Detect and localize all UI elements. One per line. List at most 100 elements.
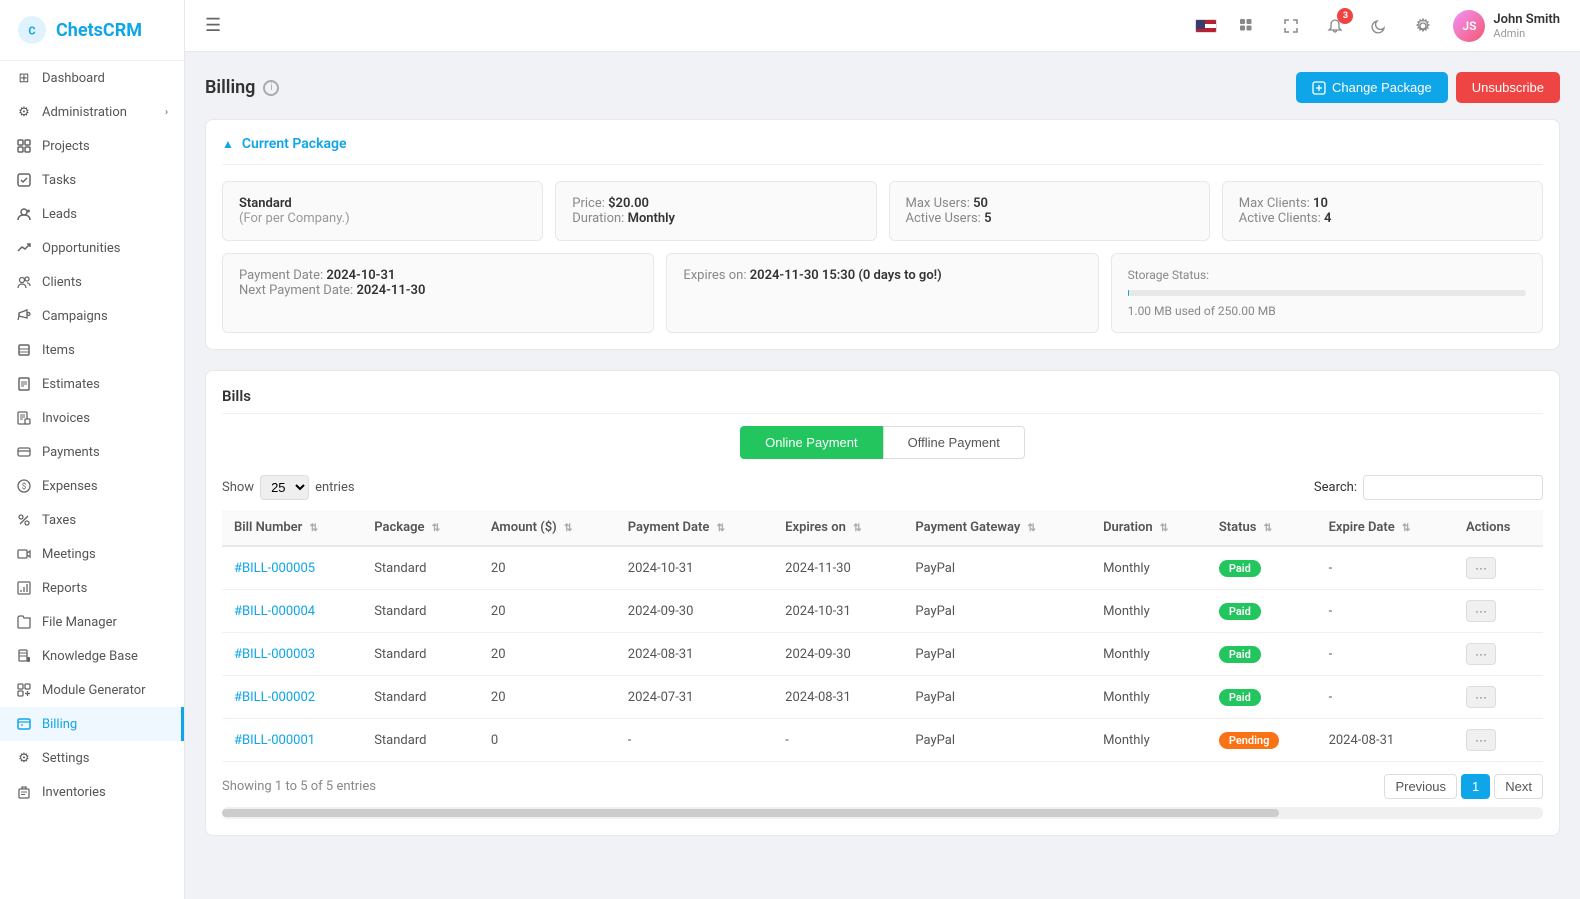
fullscreen-icon[interactable] [1277, 12, 1305, 40]
bill-number-link[interactable]: #BILL-000004 [234, 604, 315, 619]
cell-package: Standard [362, 590, 479, 633]
taxes-icon [16, 512, 32, 528]
cell-expires-on: - [773, 719, 903, 762]
col-payment-date[interactable]: Payment Date ⇅ [616, 510, 773, 546]
sidebar-item-file-manager[interactable]: File Manager [0, 605, 184, 639]
storage-text: 1.00 MB used of 250.00 MB [1128, 304, 1526, 318]
header-left: ☰ [205, 15, 221, 36]
offline-payment-button[interactable]: Offline Payment [883, 426, 1025, 459]
row-action-button[interactable]: ··· [1466, 557, 1496, 579]
prev-button[interactable]: Previous [1384, 774, 1457, 799]
col-bill-number[interactable]: Bill Number ⇅ [222, 510, 362, 546]
user-profile[interactable]: JS John Smith Admin [1453, 10, 1560, 42]
notification-bell-icon[interactable] [1321, 12, 1349, 40]
sidebar-item-leads[interactable]: Leads [0, 197, 184, 231]
svg-text:$: $ [22, 482, 27, 491]
sidebar-item-reports[interactable]: Reports [0, 571, 184, 605]
table-head: Bill Number ⇅ Package ⇅ Amount ($) ⇅ Pay… [222, 510, 1543, 546]
sidebar-item-clients[interactable]: Clients [0, 265, 184, 299]
bill-number-link[interactable]: #BILL-000003 [234, 647, 315, 662]
sidebar-item-meetings[interactable]: Meetings [0, 537, 184, 571]
col-expires-on[interactable]: Expires on ⇅ [773, 510, 903, 546]
sidebar-item-billing[interactable]: Billing [0, 707, 184, 741]
sidebar-item-expenses[interactable]: $ Expenses [0, 469, 184, 503]
invoices-icon [16, 410, 32, 426]
sidebar-item-estimates[interactable]: Estimates [0, 367, 184, 401]
sidebar-item-label: Taxes [42, 513, 168, 528]
cell-bill-number: #BILL-000002 [222, 676, 362, 719]
sidebar-item-dashboard[interactable]: ⊞ Dashboard [0, 61, 184, 95]
users-info: Max Users: 50 Active Users: 5 [906, 196, 1193, 226]
sidebar-item-tasks[interactable]: Tasks [0, 163, 184, 197]
sidebar-item-taxes[interactable]: Taxes [0, 503, 184, 537]
sidebar-item-campaigns[interactable]: Campaigns [0, 299, 184, 333]
cell-status: Paid [1207, 546, 1317, 590]
header-right: JS John Smith Admin [1195, 10, 1560, 42]
apps-icon[interactable] [1233, 12, 1261, 40]
sidebar-item-label: Knowledge Base [42, 649, 168, 664]
page-header: Billing i Change Package Unsubscribe [205, 72, 1560, 103]
sidebar-item-knowledge-base[interactable]: Knowledge Base [0, 639, 184, 673]
row-action-button[interactable]: ··· [1466, 729, 1496, 751]
sidebar-item-invoices[interactable]: Invoices [0, 401, 184, 435]
cell-gateway: PayPal [903, 590, 1091, 633]
storage-card: Storage Status: 1.00 MB used of 250.00 M… [1111, 253, 1543, 333]
col-payment-gateway[interactable]: Payment Gateway ⇅ [903, 510, 1091, 546]
status-badge: Paid [1219, 560, 1261, 577]
bill-number-link[interactable]: #BILL-000001 [234, 733, 315, 748]
sidebar-item-label: Items [42, 343, 168, 358]
unsubscribe-button[interactable]: Unsubscribe [1456, 72, 1560, 103]
col-status[interactable]: Status ⇅ [1207, 510, 1317, 546]
package-name: Standard (For per Company.) [239, 196, 526, 226]
col-duration[interactable]: Duration ⇅ [1091, 510, 1207, 546]
sidebar-item-settings[interactable]: ⚙ Settings [0, 741, 184, 775]
payments-icon [16, 444, 32, 460]
cell-expires-on: 2024-11-30 [773, 546, 903, 590]
cell-amount: 0 [479, 719, 616, 762]
search-input[interactable] [1363, 475, 1543, 500]
sidebar-item-payments[interactable]: Payments [0, 435, 184, 469]
row-action-button[interactable]: ··· [1466, 686, 1496, 708]
logo-area[interactable]: C ChetsCRM [0, 0, 184, 61]
col-expire-date[interactable]: Expire Date ⇅ [1317, 510, 1454, 546]
change-package-button[interactable]: Change Package [1296, 72, 1448, 103]
online-payment-button[interactable]: Online Payment [740, 426, 883, 459]
row-action-button[interactable]: ··· [1466, 643, 1496, 665]
entries-select[interactable]: 25 10 50 [260, 475, 309, 500]
next-button[interactable]: Next [1494, 774, 1543, 799]
cell-duration: Monthly [1091, 676, 1207, 719]
settings-icon: ⚙ [16, 750, 32, 766]
sidebar-item-administration[interactable]: ⚙ Administration › [0, 95, 184, 129]
table-row: #BILL-000001 Standard 0 - - PayPal Month… [222, 719, 1543, 762]
knowledge-base-icon [16, 648, 32, 664]
cell-duration: Monthly [1091, 546, 1207, 590]
sidebar-item-inventories[interactable]: Inventories [0, 775, 184, 809]
status-badge: Paid [1219, 603, 1261, 620]
sidebar-item-opportunities[interactable]: Opportunities [0, 231, 184, 265]
bill-number-link[interactable]: #BILL-000002 [234, 690, 315, 705]
cell-actions: ··· [1454, 719, 1543, 762]
dark-mode-icon[interactable] [1365, 12, 1393, 40]
content-area: Billing i Change Package Unsubscribe ▲ C… [185, 52, 1580, 899]
status-badge: Pending [1219, 732, 1280, 749]
bill-number-link[interactable]: #BILL-000005 [234, 561, 315, 576]
cell-bill-number: #BILL-000004 [222, 590, 362, 633]
sidebar-item-items[interactable]: Items [0, 333, 184, 367]
sidebar-item-module-generator[interactable]: Module Generator [0, 673, 184, 707]
page-actions: Change Package Unsubscribe [1296, 72, 1560, 103]
search-area: Search: [1314, 475, 1543, 500]
info-icon[interactable]: i [263, 80, 279, 96]
row-action-button[interactable]: ··· [1466, 600, 1496, 622]
chevron-up-icon[interactable]: ▲ [222, 137, 234, 151]
col-amount[interactable]: Amount ($) ⇅ [479, 510, 616, 546]
page-1-button[interactable]: 1 [1461, 774, 1490, 799]
gear-icon[interactable] [1409, 12, 1437, 40]
horizontal-scrollbar[interactable] [222, 807, 1543, 819]
dashboard-icon: ⊞ [16, 70, 32, 86]
col-package[interactable]: Package ⇅ [362, 510, 479, 546]
sidebar-item-projects[interactable]: Projects [0, 129, 184, 163]
search-label: Search: [1314, 480, 1357, 495]
hamburger-menu[interactable]: ☰ [205, 15, 221, 36]
language-flag[interactable] [1195, 19, 1217, 33]
sidebar-item-label: Settings [42, 751, 168, 766]
